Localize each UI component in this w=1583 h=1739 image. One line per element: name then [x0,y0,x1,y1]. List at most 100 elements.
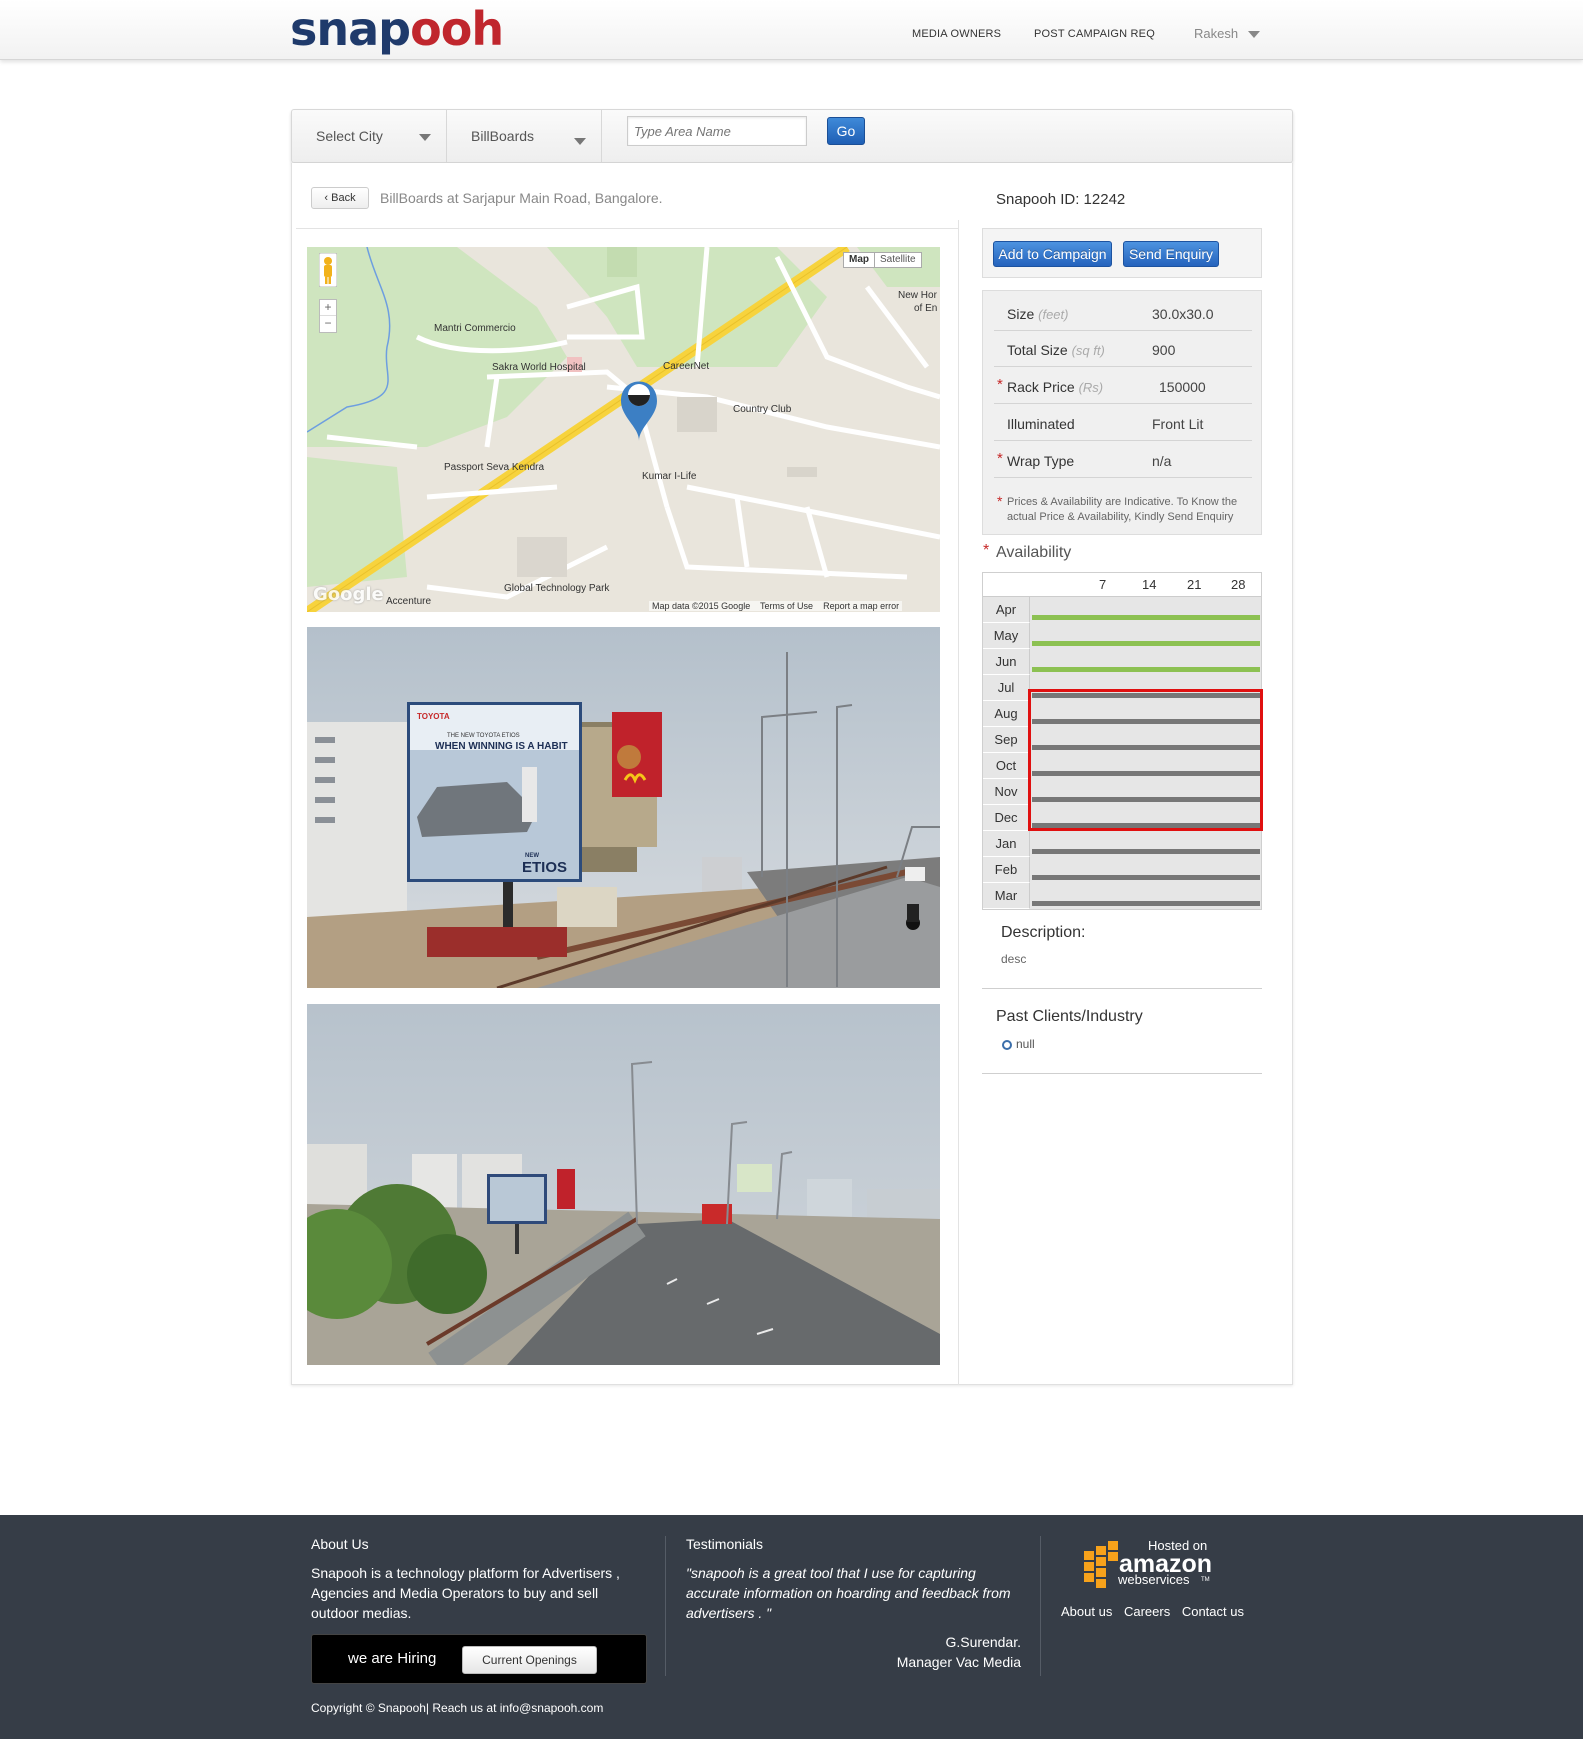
column-divider [958,220,959,1385]
spec-row-rack-price: * Rack Price (Rs) 150000 [994,368,1252,404]
zoom-in-icon[interactable]: + [320,300,336,315]
about-title: About Us [311,1536,369,1552]
spec-key-label: Size [1007,306,1035,322]
calendar-month-label: Aug [983,701,1030,727]
spec-unit: (sq ft) [1071,343,1105,358]
area-search-input[interactable] [627,116,807,146]
day-tick: 7 [1099,577,1107,592]
spec-key: Wrap Type [1007,453,1074,469]
footer-divider [665,1536,666,1676]
back-button[interactable]: ‹ Back [311,187,369,209]
aws-logo: Hosted on amazon webservices TM [1080,1537,1230,1592]
billboard-headline: THE NEW TOYOTA ETIOS [447,733,520,739]
map-type-toggle: Map Satellite [843,252,922,268]
chevron-down-icon [1248,31,1261,39]
past-client-item: null [1002,1037,1035,1051]
divider [296,228,958,229]
specs-box: Size (feet) 30.0x30.0 Total Size (sq ft)… [982,290,1262,535]
map-label: Sakra World Hospital [492,362,586,373]
description-text: desc [1001,952,1027,966]
action-box: Add to Campaign Send Enquiry [982,228,1262,278]
footer-link-contact[interactable]: Contact us [1182,1604,1244,1619]
calendar-day-header: 7 14 21 28 [983,573,1261,597]
calendar-month-label: Nov [983,779,1030,805]
footer-divider [1040,1536,1041,1676]
map-label: Accenture [386,596,432,607]
spec-value: 30.0x30.0 [1152,306,1214,322]
current-openings-button[interactable]: Current Openings [462,1646,597,1674]
calendar-month-label: Jan [983,831,1030,857]
location-map[interactable]: + − Map Satellite Mantri Commercio Sakra… [307,247,940,612]
availability-bar-available [1032,641,1260,646]
availability-bar-booked [1032,849,1260,854]
calendar-month-label: Apr [983,597,1030,623]
testimonials-title: Testimonials [686,1536,764,1552]
spec-key: Size (feet) [1007,306,1068,322]
map-type-satellite[interactable]: Satellite [874,253,921,267]
selection-highlight [1028,689,1263,831]
billboard-photo[interactable]: TOYOTA THE NEW TOYOTA ETIOS WHEN WINNING… [307,627,940,988]
circle-bullet-icon [1002,1039,1012,1050]
map-label: of En [914,303,938,314]
billboard-photo-image: TOYOTA THE NEW TOYOTA ETIOS WHEN WINNING… [307,627,940,988]
report-map-error-link[interactable]: Report a map error [823,601,899,611]
send-enquiry-button[interactable]: Send Enquiry [1123,241,1219,267]
map-label: Mantri Commercio [434,323,516,334]
city-select-label: Select City [316,128,383,144]
spec-value: n/a [1152,453,1172,469]
map-canvas [307,247,940,612]
calendar-month-label: Dec [983,805,1030,831]
terms-link[interactable]: Terms of Use [760,601,813,611]
calendar-month-label: Feb [983,857,1030,883]
street-view-pegman-icon[interactable] [319,253,337,287]
spec-key-label: Rack Price [1007,379,1075,395]
nav-post-campaign-req[interactable]: POST CAMPAIGN REQ [1034,28,1155,40]
required-star: * [997,376,1003,393]
footer-links: About us Careers Contact us [1061,1604,1252,1619]
spec-row-total-size: Total Size (sq ft) 900 [994,331,1252,367]
spec-row-wrap-type: * Wrap Type n/a [994,442,1252,478]
zoom-out-icon[interactable]: − [320,315,336,331]
chevron-down-icon [419,134,431,141]
media-type-select[interactable]: BillBoards [447,110,602,162]
copyright: Copyright © Snapooh| Reach us at info@sn… [311,1701,604,1715]
calendar-month-label: May [983,623,1030,649]
nav-media-owners[interactable]: MEDIA OWNERS [912,28,1001,40]
snapooh-id: Snapooh ID: 12242 [996,191,1126,208]
billboard-photo-image [307,1004,940,1365]
google-logo: Google [313,584,384,605]
spec-key: Total Size (sq ft) [1007,342,1105,358]
aws-webservices-text: webservices [1117,1572,1190,1587]
user-menu[interactable]: Rakesh [1194,26,1261,41]
billboard-photo[interactable] [307,1004,940,1365]
billboard-model: ETIOS [522,859,567,876]
go-button[interactable]: Go [827,117,865,145]
city-select[interactable]: Select City [292,110,447,162]
footer-link-about[interactable]: About us [1061,1604,1112,1619]
past-client-text: null [1016,1037,1035,1051]
map-type-map[interactable]: Map [844,253,874,267]
availability-bar-available [1032,667,1260,672]
about-text: Snapooh is a technology platform for Adv… [311,1565,620,1621]
availability-title: Availability [996,544,1072,561]
footer-link-careers[interactable]: Careers [1124,1604,1170,1619]
map-label: Kumar I-Life [642,471,697,482]
spec-key-label: Wrap Type [1007,453,1075,469]
required-star: * [997,450,1003,467]
add-to-campaign-button[interactable]: Add to Campaign [993,241,1112,267]
billboard-tagline: WHEN WINNING IS A HABIT [435,741,568,752]
spec-unit: (Rs) [1078,380,1104,395]
footer: About Us Snapooh is a technology platfor… [0,1515,1583,1739]
spec-key: Rack Price (Rs) [1007,379,1103,395]
map-label: Global Technology Park [504,583,610,594]
chevron-down-icon [574,138,586,145]
media-type-label: BillBoards [471,128,535,144]
spec-key-label: Illuminated [1007,416,1075,432]
map-label: Country Club [733,404,792,415]
availability-bar-booked [1032,901,1260,906]
spec-value: Front Lit [1152,416,1204,432]
zoom-control: + − [319,299,337,333]
top-bar: snapooh MEDIA OWNERS POST CAMPAIGN REQ R… [0,0,1583,60]
snapooh-logo[interactable]: snapooh [290,2,504,56]
description-title: Description: [1001,924,1086,941]
